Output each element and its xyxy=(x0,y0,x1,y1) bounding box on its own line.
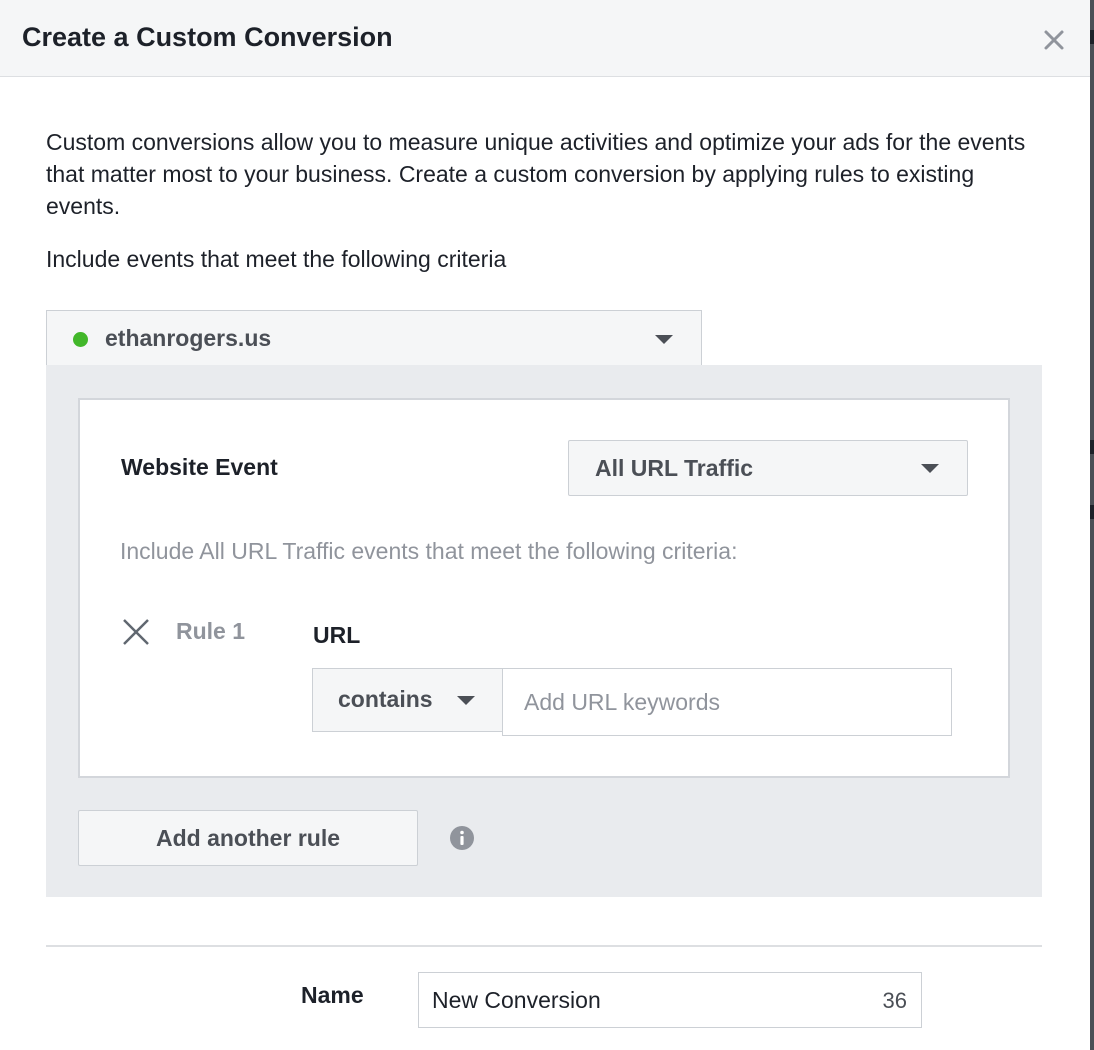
event-type-dropdown[interactable]: All URL Traffic xyxy=(568,440,968,496)
custom-conversion-dialog: Create a Custom Conversion Custom conver… xyxy=(0,0,1090,1050)
edge-mark xyxy=(1090,505,1094,519)
remove-rule-icon[interactable] xyxy=(121,617,151,647)
add-another-rule-button[interactable]: Add another rule xyxy=(78,810,418,866)
window-edge xyxy=(1090,0,1094,1050)
char-count: 36 xyxy=(882,988,907,1013)
rule-field-label: URL xyxy=(313,622,361,648)
event-type-value: All URL Traffic xyxy=(595,455,754,481)
close-icon[interactable] xyxy=(1040,26,1068,54)
dialog-header: Create a Custom Conversion xyxy=(0,0,1090,77)
url-keywords-input[interactable] xyxy=(502,668,952,736)
website-event-label: Website Event xyxy=(121,454,278,480)
caret-down-icon xyxy=(655,335,673,344)
intro-text: Custom conversions allow you to measure … xyxy=(46,129,1026,219)
edge-mark xyxy=(1090,30,1094,44)
edge-mark xyxy=(1090,440,1094,454)
operator-value: contains xyxy=(338,686,433,712)
info-icon[interactable] xyxy=(450,826,474,850)
criteria-label: Include events that meet the following c… xyxy=(46,246,507,272)
name-field: 36 xyxy=(418,972,922,1028)
name-input[interactable] xyxy=(419,973,859,1027)
caret-down-icon xyxy=(921,464,939,473)
rule-label: Rule 1 xyxy=(176,618,246,644)
pixel-name: ethanrogers.us xyxy=(105,325,272,351)
name-label: Name xyxy=(301,982,364,1008)
include-note: Include All URL Traffic events that meet… xyxy=(120,538,738,564)
operator-dropdown[interactable]: contains xyxy=(312,668,504,732)
dialog-title: Create a Custom Conversion xyxy=(22,22,393,52)
pixel-selector[interactable]: ethanrogers.us xyxy=(46,310,702,365)
caret-down-icon xyxy=(457,696,475,705)
status-dot-icon xyxy=(73,332,88,347)
section-divider xyxy=(46,945,1042,947)
